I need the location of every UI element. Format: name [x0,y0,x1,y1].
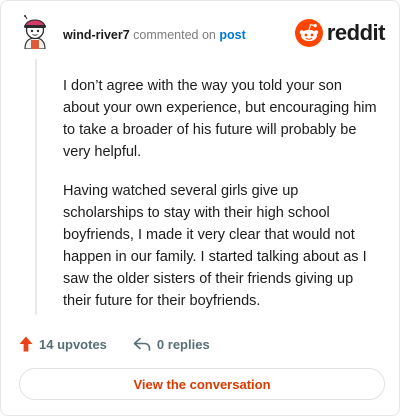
comment-actions: 14 upvotes 0 replies [19,333,210,355]
reddit-logo-icon [294,19,323,47]
comment-header: wind-river7 commented on post reddit [19,15,386,53]
action-text: commented on [133,28,216,42]
upvote-button[interactable]: 14 upvotes [19,336,107,352]
comment-card: wind-river7 commented on post reddit I d… [0,0,400,416]
replies-button[interactable]: 0 replies [133,337,210,352]
comment-paragraph: Having watched several girls give up sch… [63,183,367,309]
reddit-brand[interactable]: reddit [294,19,386,47]
thread-line [35,59,37,315]
reply-arrow-icon [133,337,151,351]
comment-meta: wind-river7 commented on post [63,27,246,43]
post-link[interactable]: post [219,28,245,42]
brand-wordmark: reddit [326,20,386,45]
reply-count: 0 replies [156,336,210,352]
upvote-count: 14 upvotes [39,336,107,352]
comment-body: I don’t agree with the way you told your… [63,75,381,329]
upvote-arrow-icon [19,336,33,352]
username-link[interactable]: wind-river7 [63,28,130,42]
view-conversation-button[interactable]: View the conversation [19,368,385,400]
user-avatar-icon[interactable] [19,15,51,50]
comment-paragraph: I don’t agree with the way you told your… [63,78,377,160]
